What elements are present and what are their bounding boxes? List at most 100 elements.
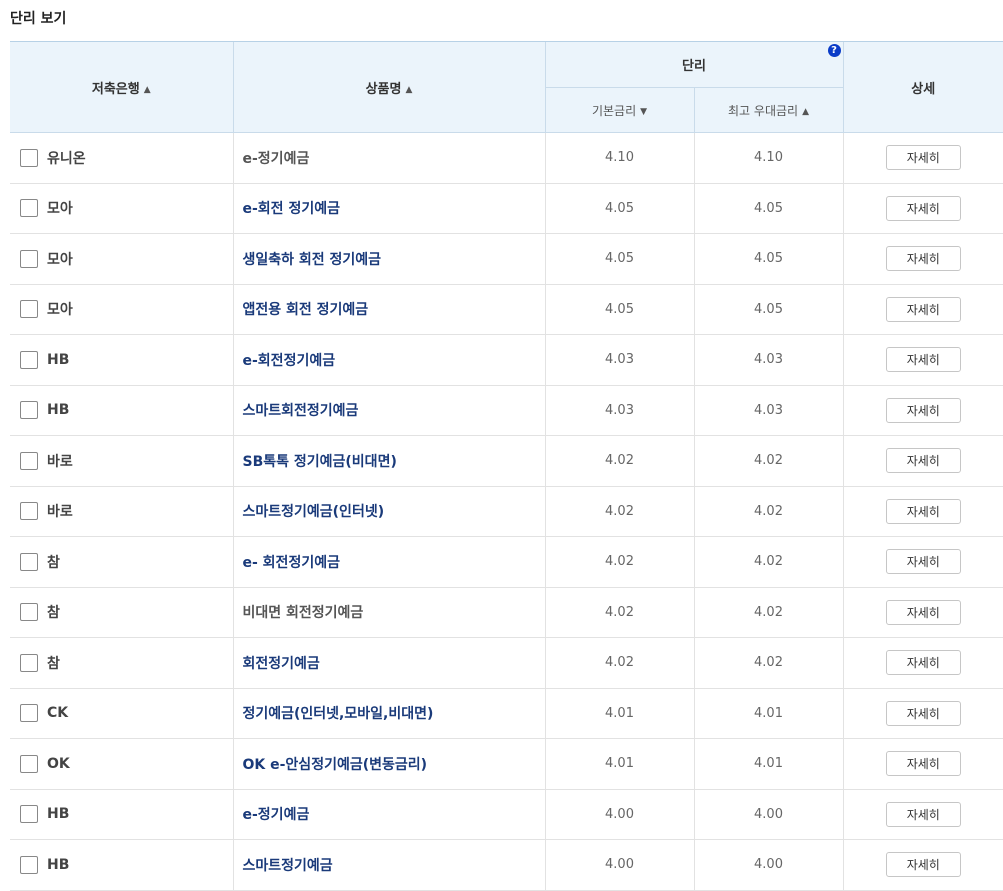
detail-button[interactable]: 자세히 [885, 195, 961, 221]
detail-cell: 자세히 [842, 789, 1003, 840]
bank-cell: 모아 [10, 233, 233, 285]
product-name-link[interactable]: e-회전 정기예금 [232, 183, 545, 234]
row-checkbox[interactable] [20, 199, 38, 218]
detail-cell: 자세히 [842, 233, 1003, 285]
col-header-max-rate[interactable]: 최고 우대금리 ▲ [693, 87, 844, 133]
bank-name: HB [47, 402, 70, 419]
bank-name: 참 [47, 554, 60, 571]
product-name-link[interactable]: 생일축하 회전 정기예금 [232, 233, 545, 285]
sort-up-icon[interactable]: ▲ [802, 107, 809, 117]
detail-cell: 자세히 [842, 688, 1003, 739]
detail-button[interactable]: 자세히 [885, 650, 961, 676]
sort-up-icon[interactable]: ▲ [405, 85, 412, 95]
col-header-detail: 상세 [842, 41, 1003, 133]
col-header-base-rate[interactable]: 기본금리 ▼ [544, 87, 694, 133]
row-checkbox[interactable] [20, 805, 38, 824]
bank-cell: HB [10, 789, 233, 840]
detail-button[interactable]: 자세히 [885, 700, 961, 726]
max-rate-cell: 4.02 [693, 587, 844, 638]
row-checkbox[interactable] [20, 249, 38, 268]
detail-button[interactable]: 자세히 [885, 599, 961, 625]
detail-button[interactable]: 자세히 [885, 296, 961, 322]
bank-name: OK [47, 755, 70, 772]
max-rate-cell: 4.03 [693, 385, 844, 436]
product-name-link[interactable]: e-정기예금 [232, 132, 545, 184]
row-checkbox[interactable] [20, 653, 38, 672]
bank-cell: HB [10, 334, 233, 386]
detail-button[interactable]: 자세히 [885, 246, 961, 272]
table-row: 바로 스마트정기예금(인터넷) 4.02 4.02 자세히 [10, 486, 1003, 537]
base-rate-cell: 4.10 [544, 132, 694, 184]
detail-button[interactable]: 자세히 [885, 448, 961, 474]
max-rate-cell: 4.00 [693, 839, 844, 891]
col-header-product[interactable]: 상품명 ▲ [232, 41, 545, 133]
detail-button[interactable]: 자세히 [885, 852, 961, 878]
table-row: 모아 생일축하 회전 정기예금 4.05 4.05 자세히 [10, 233, 1003, 285]
product-name-link[interactable]: 앱전용 회전 정기예금 [232, 284, 545, 335]
product-name-link[interactable]: e-회전정기예금 [232, 334, 545, 386]
row-checkbox[interactable] [20, 401, 38, 420]
product-name-link[interactable]: OK e-안심정기예금(변동금리) [232, 738, 545, 790]
base-rate-cell: 4.05 [544, 284, 694, 335]
row-checkbox[interactable] [20, 451, 38, 470]
product-name-link[interactable]: 정기예금(인터넷,모바일,비대면) [232, 688, 545, 739]
bank-cell: 참 [10, 587, 233, 638]
detail-cell: 자세히 [842, 486, 1003, 537]
row-checkbox[interactable] [20, 704, 38, 723]
base-rate-cell: 4.00 [544, 789, 694, 840]
detail-cell: 자세히 [842, 738, 1003, 790]
sort-down-icon[interactable]: ▼ [640, 107, 647, 117]
max-rate-cell: 4.05 [693, 233, 844, 285]
help-icon[interactable]: ? [827, 44, 841, 57]
row-checkbox[interactable] [20, 300, 38, 319]
col-header-simple-rate: 단리 ? [544, 41, 844, 88]
col-header-bank[interactable]: 저축은행 ▲ [10, 41, 233, 133]
base-rate-cell: 4.01 [544, 688, 694, 739]
table-row: 참 비대면 회전정기예금 4.02 4.02 자세히 [10, 587, 1003, 638]
base-rate-cell: 4.00 [544, 839, 694, 891]
product-name-link[interactable]: 스마트회전정기예금 [232, 385, 545, 436]
table-row: 모아 앱전용 회전 정기예금 4.05 4.05 자세히 [10, 284, 1003, 335]
product-name-link[interactable]: SB톡톡 정기예금(비대면) [232, 435, 545, 487]
detail-button[interactable]: 자세히 [885, 498, 961, 524]
table-row: HB 스마트정기예금 4.00 4.00 자세히 [10, 839, 1003, 891]
rate-table: 저축은행 ▲ 상품명 ▲ 단리 ? 상세 기본금리 ▼ 최고 우대금리 ▲ 유니온 e-정… [10, 41, 1003, 891]
bank-cell: CK [10, 688, 233, 739]
row-checkbox[interactable] [20, 148, 38, 167]
base-rate-cell: 4.05 [544, 233, 694, 285]
bank-name: CK [47, 705, 69, 722]
bank-name: HB [47, 351, 70, 368]
row-checkbox[interactable] [20, 754, 38, 773]
row-checkbox[interactable] [20, 350, 38, 369]
row-checkbox[interactable] [20, 502, 38, 521]
detail-button[interactable]: 자세히 [885, 751, 961, 777]
col-header-base-rate-label: 기본금리 [591, 103, 637, 118]
product-name-link[interactable]: 회전정기예금 [232, 637, 545, 689]
col-header-max-rate-label: 최고 우대금리 [728, 103, 799, 118]
detail-button[interactable]: 자세히 [885, 801, 961, 827]
row-checkbox[interactable] [20, 603, 38, 622]
product-name-link[interactable]: 스마트정기예금(인터넷) [232, 486, 545, 537]
bank-name: 모아 [47, 201, 73, 218]
detail-cell: 자세히 [842, 637, 1003, 689]
base-rate-cell: 4.01 [544, 738, 694, 790]
table-row: 참 e- 회전정기예금 4.02 4.02 자세히 [10, 536, 1003, 588]
product-name-link[interactable]: e-정기예금 [232, 789, 545, 840]
product-name-link[interactable]: e- 회전정기예금 [232, 536, 545, 588]
bank-name: 참 [47, 655, 60, 672]
row-checkbox[interactable] [20, 552, 38, 571]
row-checkbox[interactable] [20, 855, 38, 874]
detail-button[interactable]: 자세히 [885, 397, 961, 423]
detail-cell: 자세히 [842, 536, 1003, 588]
product-name-link[interactable]: 비대면 회전정기예금 [232, 587, 545, 638]
bank-cell: 참 [10, 536, 233, 588]
detail-button[interactable]: 자세히 [885, 347, 961, 373]
bank-cell: 모아 [10, 183, 233, 234]
sort-up-icon[interactable]: ▲ [144, 85, 151, 95]
table-body: 유니온 e-정기예금 4.10 4.10 자세히 모아 e-회전 정기예금 4.05 4.05 자… [10, 132, 1003, 891]
col-header-product-label: 상품명 [365, 81, 402, 97]
max-rate-cell: 4.01 [693, 738, 844, 790]
product-name-link[interactable]: 스마트정기예금 [232, 839, 545, 891]
detail-button[interactable]: 자세히 [885, 549, 961, 575]
detail-button[interactable]: 자세히 [885, 145, 961, 171]
